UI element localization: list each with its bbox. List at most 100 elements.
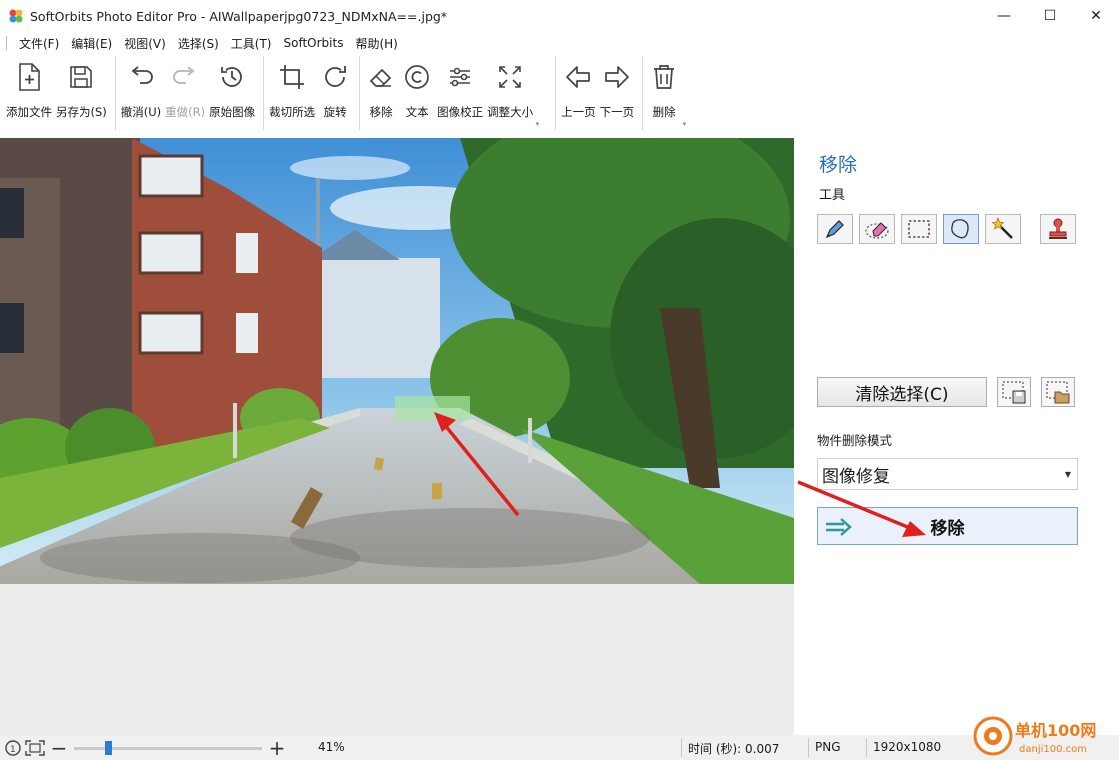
menu-view[interactable]: 视图(V) (118, 35, 172, 52)
toolbar-group-navigation: 上一页 下一页 (555, 56, 642, 130)
magic-wand-tool-button[interactable] (985, 214, 1021, 244)
image-format: PNG (815, 740, 841, 754)
remove-tool-label: 移除 (369, 105, 393, 119)
removal-mode-label: 物件删除模式 (817, 433, 893, 448)
remove-button[interactable]: 移除 (817, 507, 1078, 545)
save-selection-button[interactable] (997, 377, 1031, 407)
menu-softorbits[interactable]: SoftOrbits (278, 36, 350, 50)
double-arrow-icon (826, 518, 852, 536)
eraser-tool-button[interactable] (859, 214, 895, 244)
add-file-label: 添加文件 (6, 105, 52, 119)
save-icon (66, 60, 96, 94)
menu-select[interactable]: 选择(S) (172, 35, 225, 52)
app-logo-icon (9, 9, 23, 23)
zoom-slider[interactable] (74, 738, 262, 758)
lasso-icon (951, 219, 969, 239)
close-button[interactable]: ✕ (1073, 0, 1119, 32)
maximize-button[interactable]: ☐ (1027, 0, 1073, 32)
toolbar-group-transform: 裁切所选 旋转 (263, 56, 359, 130)
processing-time: 时间 (秒): 0.007 (688, 742, 780, 756)
crop-selection-button[interactable]: 裁切所选 (267, 56, 317, 130)
adjust-icon (445, 60, 475, 94)
toolbar-grip-icon[interactable]: ▾ (536, 120, 540, 128)
marker-tool-button[interactable] (817, 214, 853, 244)
previous-page-label: 上一页 (561, 105, 596, 119)
menu-bar: 文件(F) 编辑(E) 视图(V) 选择(S) 工具(T) SoftOrbits… (0, 32, 404, 54)
rotate-icon (320, 60, 350, 94)
eraser-icon (366, 60, 396, 94)
stamp-tool-button[interactable] (1040, 214, 1076, 244)
stamp-icon (1049, 218, 1067, 239)
undo-label: 撤消(U) (120, 105, 162, 119)
watermark-subtext: danji100.com (1019, 744, 1087, 755)
rect-select-tool-button[interactable] (901, 214, 937, 244)
original-image-label: 原始图像 (209, 105, 256, 119)
prev-page-icon (563, 60, 593, 94)
zoom-fit-icon[interactable]: 1 (2, 737, 24, 759)
menu-file[interactable]: 文件(F) (13, 35, 65, 52)
minimize-button[interactable]: — (981, 0, 1027, 32)
crop-icon (277, 60, 307, 94)
zoom-level: 41% (318, 740, 345, 754)
save-as-button[interactable]: 另存为(S) (54, 56, 109, 130)
redo-label: 重做(R) (165, 105, 206, 119)
toolbar-group-history: 撤消(U) 重做(R) 原始图像 (114, 56, 263, 130)
menu-help[interactable]: 帮助(H) (349, 35, 403, 52)
window-controls: — ☐ ✕ (981, 0, 1119, 32)
resize-icon (495, 60, 525, 94)
status-divider (681, 738, 682, 757)
redo-icon (170, 60, 200, 94)
text-tool-button[interactable]: 文本 (399, 56, 435, 130)
previous-page-button[interactable]: 上一页 (559, 56, 598, 130)
magic-wand-icon (991, 217, 1013, 239)
remove-tool-button[interactable]: 移除 (363, 56, 399, 130)
zoom-slider-thumb[interactable] (104, 740, 112, 755)
add-file-button[interactable]: 添加文件 (4, 56, 54, 130)
marker-icon (825, 220, 844, 239)
menu-tools[interactable]: 工具(T) (225, 35, 278, 52)
image-correction-label: 图像校正 (437, 105, 484, 119)
next-page-button[interactable]: 下一页 (598, 56, 637, 130)
delete-icon (649, 60, 679, 94)
delete-label: 删除 (652, 105, 676, 119)
next-page-icon (602, 60, 632, 94)
next-page-label: 下一页 (599, 105, 635, 119)
save-selection-icon (1002, 381, 1026, 404)
toolbar-grip-icon[interactable]: ▾ (683, 120, 687, 128)
undo-button[interactable]: 撤消(U) (119, 56, 163, 130)
eraser-icon (865, 222, 889, 239)
fit-screen-icon[interactable] (24, 737, 46, 759)
status-bar: 1 − + 41% 时间 (秒): 0.007 PNG 1920x1080 (0, 735, 1119, 760)
title-bar: SoftOrbits Photo Editor Pro - AIWallpape… (0, 0, 1119, 32)
window-title: SoftOrbits Photo Editor Pro - AIWallpape… (30, 8, 448, 24)
crop-selection-label: 裁切所选 (269, 105, 316, 119)
undo-icon (126, 60, 156, 94)
clear-selection-button[interactable]: 清除选择(C) (817, 377, 987, 407)
resize-button[interactable]: 调整大小 (485, 56, 535, 130)
rotate-button[interactable]: 旋转 (317, 56, 353, 130)
original-image-button[interactable]: 原始图像 (207, 56, 257, 130)
status-divider (808, 738, 809, 757)
image-canvas[interactable] (0, 138, 794, 735)
text-icon (402, 60, 432, 94)
zoom-in-button[interactable]: + (268, 738, 286, 758)
tools-label: 工具 (819, 188, 846, 203)
image-correction-button[interactable]: 图像校正 (435, 56, 485, 130)
load-selection-button[interactable] (1041, 377, 1075, 407)
save-as-label: 另存为(S) (56, 105, 107, 119)
delete-button[interactable]: 删除 (646, 56, 682, 130)
status-divider (866, 738, 867, 757)
app-window: SoftOrbits Photo Editor Pro - AIWallpape… (0, 0, 1119, 760)
removal-mode-value: 图像修复 (822, 466, 890, 487)
history-icon (217, 60, 247, 94)
rotate-label: 旋转 (323, 105, 347, 119)
redo-button[interactable]: 重做(R) (163, 56, 207, 130)
removal-mode-select[interactable]: 图像修复 ▼ (817, 458, 1078, 490)
resize-label: 调整大小 (487, 105, 534, 119)
lasso-tool-button[interactable] (943, 214, 979, 244)
text-tool-label: 文本 (405, 105, 429, 119)
zoom-out-button[interactable]: − (50, 738, 68, 758)
menu-edit[interactable]: 编辑(E) (65, 35, 118, 52)
remove-panel: 移除 工具 清除选择(C) 物件删除模式 图像修复 ▼ 移除 (801, 138, 1119, 735)
photo-street-scene[interactable] (0, 138, 794, 584)
